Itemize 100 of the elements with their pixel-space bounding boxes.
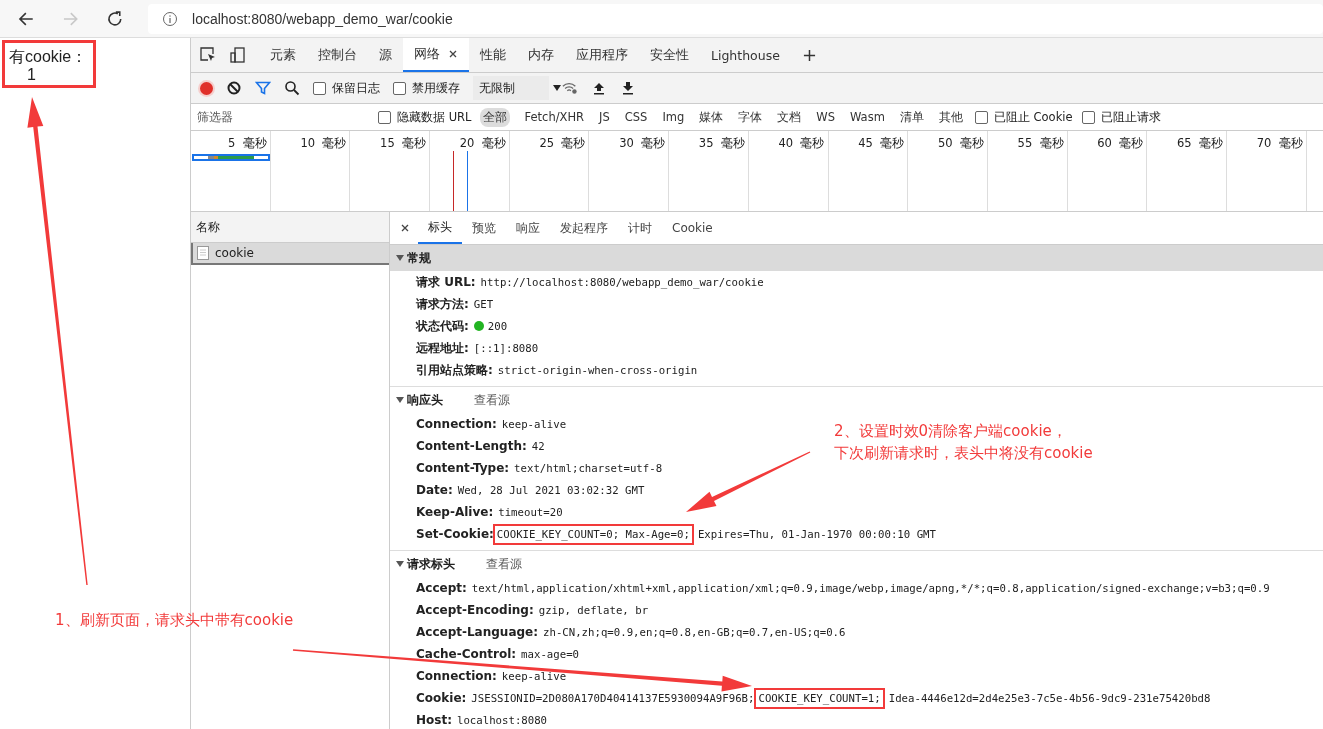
header-value: text/html,application/xhtml+xml,application/xml;q=0.9,image/webp,image/apng,*/*;q=0.8,application/signed-exchange;v=b3;q=0.9: [471, 581, 1270, 595]
time-tick-label: 65 毫秒: [1177, 136, 1223, 150]
detail-tab[interactable]: 计时: [618, 212, 662, 244]
header-name: Accept:: [416, 581, 467, 595]
header-value: http://localhost:8080/webapp_demo_war/cookie: [480, 275, 764, 289]
devtools-tab[interactable]: 元素: [259, 38, 307, 72]
section-header[interactable]: 请求标头 查看源: [390, 551, 1323, 577]
detail-tab[interactable]: 预览: [462, 212, 506, 244]
record-button[interactable]: [200, 81, 213, 95]
dom-marker-line: [467, 151, 468, 211]
upload-icon[interactable]: [591, 80, 607, 96]
header-value: keep-alive: [501, 669, 567, 683]
filter-type-button[interactable]: 字体: [735, 107, 766, 127]
checkbox[interactable]: 保留日志: [313, 79, 380, 97]
add-tab-icon[interactable]: [802, 48, 816, 62]
search-icon[interactable]: [284, 80, 300, 96]
inspect-icon[interactable]: [199, 46, 217, 64]
header-name: 请求 URL:: [416, 273, 476, 291]
header-value: timeout=20: [498, 505, 563, 519]
view-source-link[interactable]: 查看源: [474, 391, 510, 409]
close-icon[interactable]: [400, 223, 410, 233]
wifi-gear-icon[interactable]: [562, 80, 578, 96]
detail-tab[interactable]: 发起程序: [550, 212, 618, 244]
info-icon[interactable]: [162, 10, 178, 27]
filter-icon[interactable]: [255, 80, 271, 96]
time-tick-label: 50 毫秒: [937, 136, 984, 150]
download-icon[interactable]: [620, 80, 636, 96]
filter-type-button[interactable]: 文档: [774, 107, 805, 127]
time-tick-label: 45 毫秒: [858, 136, 905, 150]
header-value: Wed, 28 Jul 2021 03:02:32 GMT: [457, 483, 645, 497]
header-value: GET: [473, 297, 494, 311]
filter-type-button[interactable]: 其他: [935, 107, 966, 127]
filter-type-button[interactable]: Wasm: [847, 108, 888, 126]
time-tick-label: 55 毫秒: [1017, 136, 1064, 150]
annotation-text: 2、设置时效0清除客户端cookie， 下次刷新请求时，表头中将没有cookie: [834, 421, 1093, 464]
header-value: Idea-4446e12d=2d4e25e3-7c5e-4b56-9dc9-231e75420bd8: [888, 691, 1211, 705]
header-value: text/html;charset=utf-8: [514, 461, 663, 475]
header-name: Content-Type:: [416, 461, 510, 475]
time-tick-label: 60 毫秒: [1097, 136, 1144, 150]
header-name: Connection:: [416, 417, 497, 431]
filter-type-button[interactable]: 清单: [896, 107, 927, 127]
header-name: Cookie:: [416, 691, 467, 705]
address-bar[interactable]: localhost:8080/webapp_demo_war/cookie: [148, 3, 1323, 34]
filter-type-button[interactable]: Img: [659, 108, 688, 126]
time-tick-label: 30 毫秒: [619, 136, 666, 150]
time-tick-label: 15 毫秒: [380, 136, 427, 150]
header-value: JSESSIONID=2D080A170D40414137E5930094A9F96B;: [471, 691, 755, 705]
annotation-text: 1、刷新页面，请求头中带有cookie: [55, 610, 294, 631]
document-icon: [197, 246, 209, 260]
header-value: 200: [487, 319, 508, 333]
clear-icon[interactable]: [226, 80, 242, 96]
header-value: 42: [531, 439, 545, 453]
devtools-tab[interactable]: Lighthouse: [700, 38, 791, 72]
expand-triangle-icon: [396, 255, 404, 261]
header-value: Expires=Thu, 01-Jan-1970 00:00:10 GMT: [697, 527, 936, 541]
request-row[interactable]: cookie: [191, 243, 389, 265]
devtools-tab[interactable]: 源: [368, 38, 403, 72]
section-header[interactable]: 响应头 查看源: [390, 387, 1323, 413]
time-tick-label: 10 毫秒: [300, 136, 347, 150]
header-value: gzip, deflate, br: [538, 603, 649, 617]
device-icon[interactable]: [229, 46, 247, 64]
detail-tab[interactable]: 响应: [506, 212, 550, 244]
header-name: 引用站点策略:: [416, 361, 493, 379]
close-icon[interactable]: [448, 49, 458, 59]
filter-type-button[interactable]: 全部: [480, 107, 511, 127]
devtools-tab[interactable]: 性能: [469, 38, 517, 72]
expand-triangle-icon: [396, 561, 404, 567]
filter-type-button[interactable]: 媒体: [696, 107, 727, 127]
header-value: localhost:8080: [456, 713, 548, 727]
checkbox[interactable]: 已阻止请求: [1081, 109, 1161, 125]
status-dot: [473, 321, 484, 331]
section-header[interactable]: 常规: [390, 245, 1323, 271]
view-source-link[interactable]: 查看源: [486, 555, 522, 573]
time-tick-label: 40 毫秒: [778, 136, 825, 150]
header-name: Connection:: [416, 669, 497, 683]
devtools-tab[interactable]: 内存: [517, 38, 565, 72]
checkbox[interactable]: 隐藏数据 URL: [378, 109, 472, 125]
devtools-tab[interactable]: 控制台: [307, 38, 368, 72]
filter-type-button[interactable]: Fetch/XHR: [521, 108, 588, 126]
header-name: Keep-Alive:: [416, 505, 494, 519]
filter-type-button[interactable]: WS: [813, 108, 838, 126]
time-tick-label: 25 毫秒: [539, 136, 586, 150]
filter-type-button[interactable]: CSS: [621, 108, 651, 126]
devtools-tab[interactable]: 安全性: [639, 38, 700, 72]
devtools-tab[interactable]: 网络: [403, 38, 469, 72]
checkbox[interactable]: 禁用缓存: [393, 79, 460, 97]
header-value: max-age=0: [521, 647, 579, 661]
header-name: Host:: [416, 713, 452, 727]
header-name: Accept-Language:: [416, 625, 538, 639]
checkbox[interactable]: 已阻止 Cookie: [974, 109, 1073, 125]
caret-icon: [553, 85, 561, 91]
time-tick-label: 35 毫秒: [698, 136, 745, 150]
header-name: Accept-Encoding:: [416, 603, 534, 617]
devtools-tab[interactable]: 应用程序: [565, 38, 639, 72]
header-value: [::1]:8080: [473, 341, 539, 355]
header-value: COOKIE_KEY_COUNT=1;: [754, 687, 885, 709]
filter-type-button[interactable]: JS: [596, 108, 613, 126]
time-tick-label: 20 毫秒: [459, 136, 506, 150]
detail-tab[interactable]: Cookie: [662, 212, 723, 244]
header-name: 远程地址:: [416, 339, 469, 357]
